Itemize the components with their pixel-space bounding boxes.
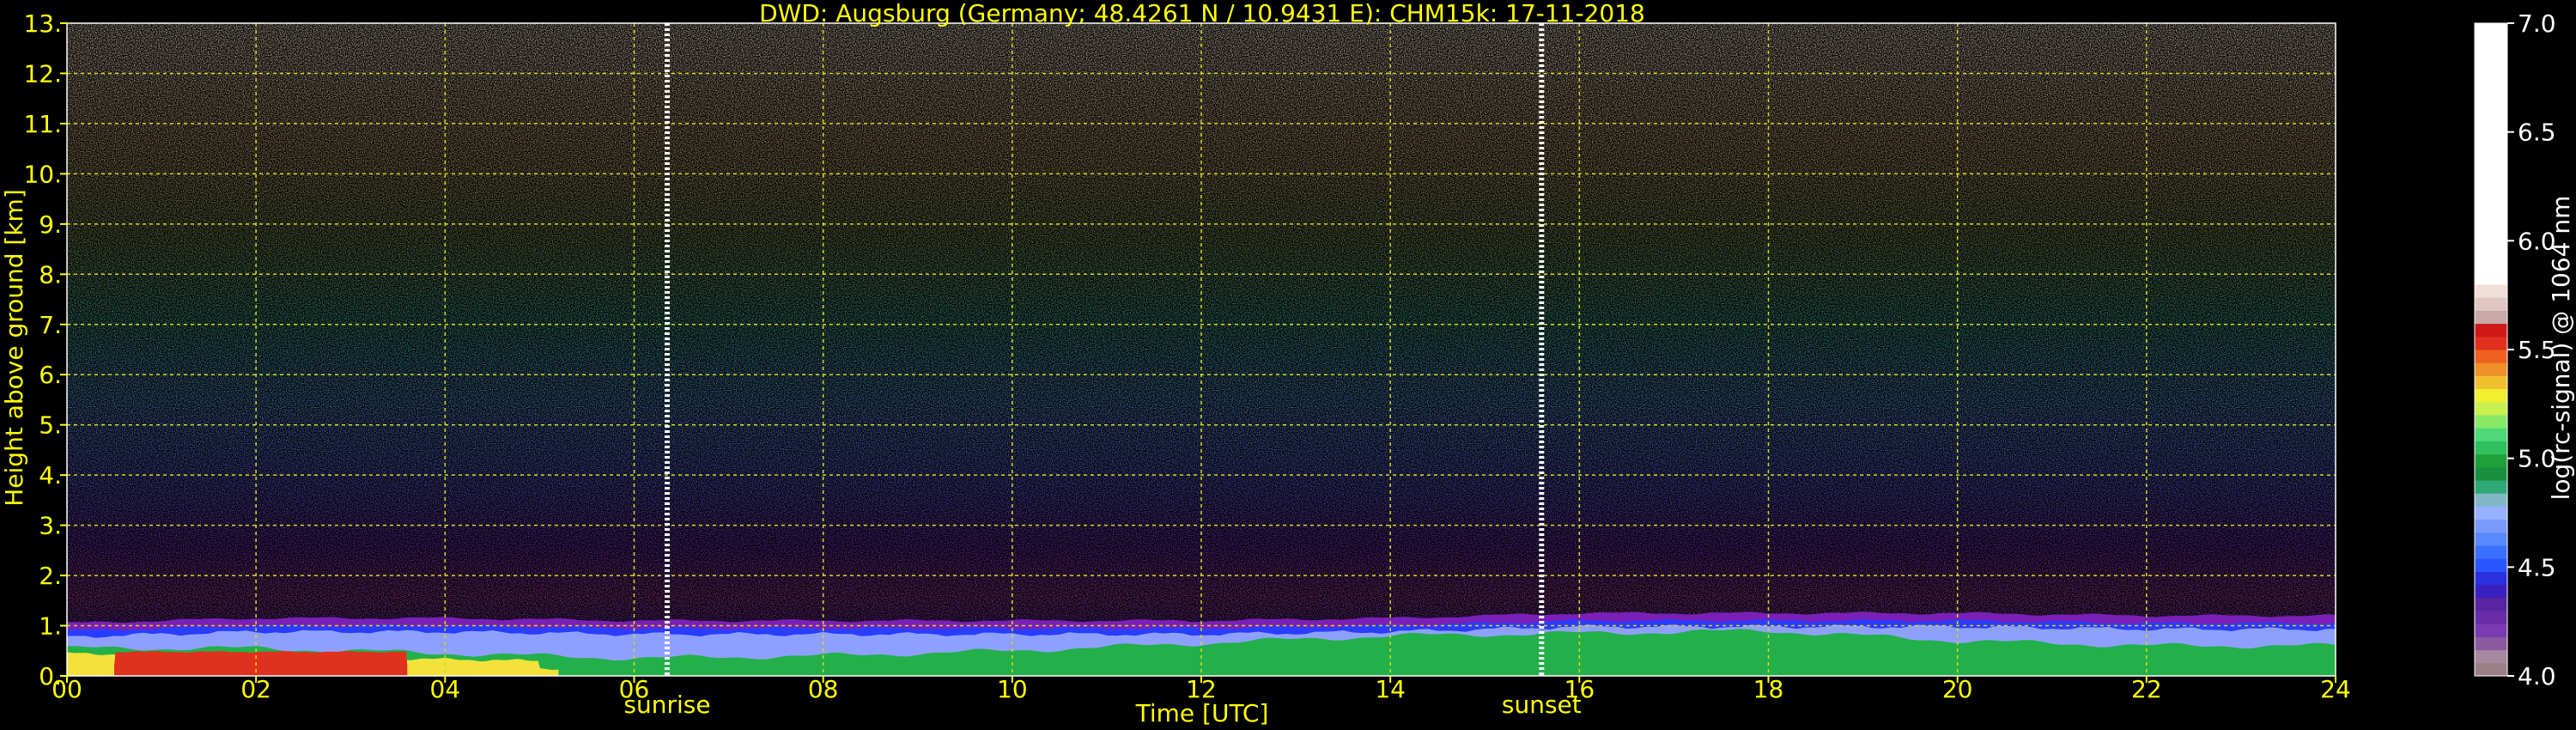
colorbar-segment [2475, 415, 2507, 429]
colorbar-segment [2475, 466, 2507, 481]
y-tick-label: 10. [23, 160, 62, 188]
colorbar-segment [2475, 310, 2507, 325]
colorbar-segment [2475, 375, 2507, 390]
aerosol-layer-red [114, 651, 408, 676]
colorbar-segment [2475, 401, 2507, 416]
colorbar-segment [2475, 388, 2507, 403]
y-tick-label: 5. [39, 411, 62, 440]
colorbar-segment [2475, 284, 2507, 298]
colorbar-segment [2475, 597, 2507, 611]
colorbar-segment [2475, 493, 2507, 507]
colorbar-tick-label: 6.5 [2518, 119, 2556, 147]
x-tick-label: 18 [1753, 675, 1784, 703]
colorbar-segment [2475, 480, 2507, 494]
x-tick-label: 04 [430, 675, 461, 703]
x-tick-label: 02 [240, 675, 271, 703]
colorbar-segment [2475, 506, 2507, 520]
colorbar-segment [2475, 649, 2507, 664]
colorbar-segment [2475, 362, 2507, 376]
sunset-label: sunset [1502, 690, 1582, 719]
x-tick-label: 14 [1375, 675, 1406, 703]
x-tick-label: 08 [808, 675, 839, 703]
sun-annotations: sunrise sunset [623, 690, 1581, 719]
y-tick-label: 3. [39, 512, 62, 540]
colorbar-segment [2475, 571, 2507, 586]
colorbar [2474, 22, 2508, 677]
x-tick-label: 24 [2320, 675, 2351, 703]
plot-area [66, 22, 2336, 677]
y-tick-label: 12. [23, 59, 62, 88]
x-tick-label: 10 [997, 675, 1028, 703]
colorbar-tick-label: 4.5 [2518, 553, 2556, 581]
colorbar-tick-label: 4.0 [2518, 662, 2556, 690]
y-tick-label: 1. [39, 612, 62, 641]
chart-title: DWD: Augsburg (Germany; 48.4261 N / 10.9… [759, 0, 1645, 27]
x-tick-label: 20 [1942, 675, 1973, 703]
colorbar-segment [2475, 441, 2507, 455]
y-tick-label: 6. [39, 361, 62, 389]
colorbar-segment [2475, 453, 2507, 468]
colorbar-segment [2475, 350, 2507, 363]
colorbar-segment [2475, 662, 2507, 677]
y-tick-label: 8. [39, 260, 62, 289]
colorbar-label: log(rc-signal) @ 1064 nm [2547, 196, 2575, 501]
colorbar-segment [2475, 23, 2507, 285]
colorbar-tick-label: 7.0 [2518, 9, 2556, 38]
y-tick-label: 2. [39, 562, 62, 590]
y-tick-label: 4. [39, 461, 62, 490]
y-tick-label: 13. [23, 9, 62, 38]
y-tick-label: 0. [39, 662, 62, 690]
y-axis-ticks: 0. 1. 2. 3. 4. 5. 6. 7. 8. 9. 10. 11. 12. 13. [23, 9, 67, 690]
colorbar-segment [2475, 297, 2507, 311]
colorbar-segment [2475, 428, 2507, 441]
y-tick-label: 7. [39, 311, 62, 339]
colorbar-segment [2475, 532, 2507, 546]
colorbar-segment [2475, 545, 2507, 559]
lidar-backscatter-chart: 00 02 04 06 08 10 12 14 16 18 20 22 24 0.1.2.3.4.5.6… [0, 0, 2575, 727]
colorbar-segment [2475, 624, 2507, 637]
colorbar-segment [2475, 323, 2507, 338]
x-axis-label: Time [UTC] [1135, 699, 1269, 727]
colorbar-segment [2475, 558, 2507, 572]
y-axis-label: Height above ground [km] [0, 189, 28, 507]
colorbar-segment [2475, 611, 2507, 624]
colorbar-segment [2475, 336, 2507, 350]
y-tick-label: 11. [23, 110, 62, 138]
colorbar-segment [2475, 519, 2507, 533]
x-tick-label: 22 [2131, 675, 2162, 703]
colorbar-segment [2475, 584, 2507, 599]
colorbar-segment [2475, 636, 2507, 651]
sunrise-label: sunrise [623, 690, 710, 719]
y-tick-label: 9. [39, 210, 62, 239]
